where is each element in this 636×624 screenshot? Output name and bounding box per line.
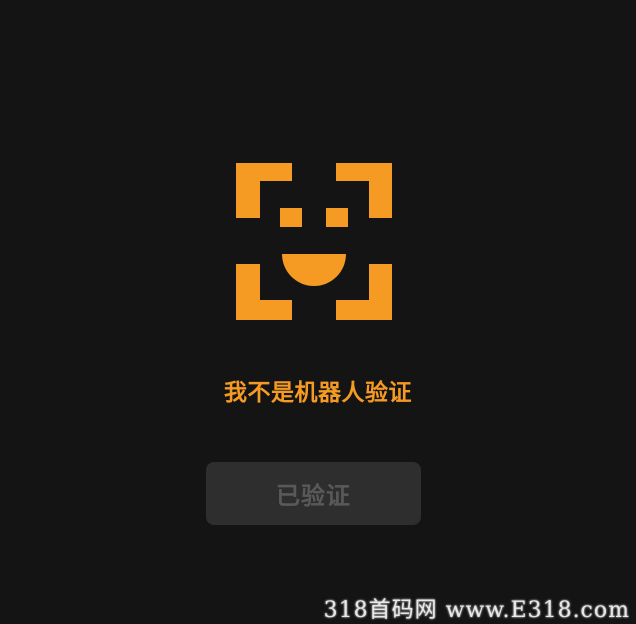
scan-corner-top-left xyxy=(236,163,292,181)
left-eye xyxy=(280,208,302,227)
verified-button[interactable]: 已验证 xyxy=(206,462,421,525)
scan-corner-bottom-left xyxy=(236,300,292,320)
smile-mouth xyxy=(282,254,346,286)
scan-corner-bottom-right xyxy=(336,300,392,320)
scan-corner-top-right-vertical xyxy=(369,163,392,218)
scan-corner-bottom-right-vertical xyxy=(369,264,392,320)
verification-title: 我不是机器人验证 xyxy=(224,380,412,406)
scan-corner-bottom-left-vertical xyxy=(236,264,260,320)
verification-screen: 我不是机器人验证 已验证 318首码网 www.E318.com xyxy=(0,0,636,624)
watermark-text: 318首码网 www.E318.com xyxy=(323,598,630,623)
scan-corner-top-left-vertical xyxy=(236,163,260,218)
right-eye xyxy=(326,208,348,227)
smiley-face-scan-icon xyxy=(236,163,392,320)
scan-corner-top-right xyxy=(336,163,392,181)
